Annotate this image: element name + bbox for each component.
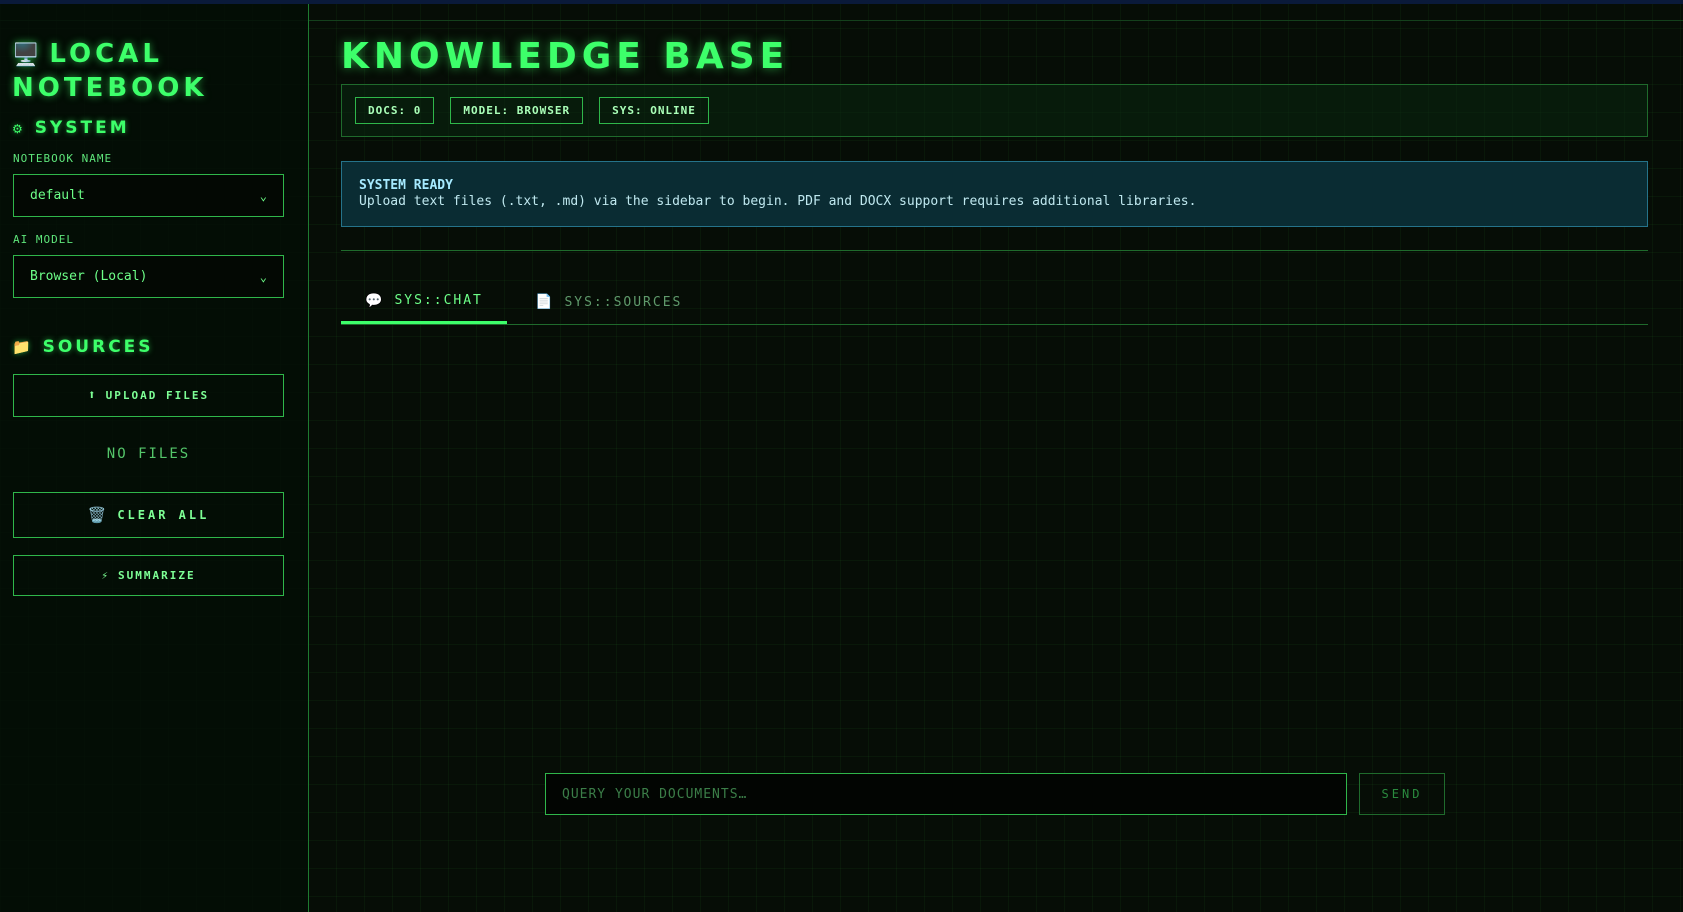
folder-icon: 📁 [12, 338, 34, 356]
notice-text: Upload text files (.txt, .md) via the si… [359, 194, 1197, 209]
tab-bar: 💬 SYS::CHAT 📄 SYS::SOURCES [341, 280, 1648, 325]
ai-model-value: Browser (Local) [30, 269, 148, 284]
sources-section-title: 📁 SOURCES [12, 337, 154, 357]
notebook-name-label: NOTEBOOK NAME [13, 152, 113, 165]
document-icon: 📄 [535, 294, 555, 310]
chevron-down-icon: ⌄ [259, 269, 267, 284]
summarize-button[interactable]: ⚡ SUMMARIZE [13, 555, 284, 596]
sources-title-text: SOURCES [42, 337, 154, 357]
ai-model-select[interactable]: Browser (Local) ⌄ [13, 255, 284, 298]
app-brand: 🖥️ LOCAL NOTEBOOK [12, 38, 302, 105]
trash-icon: 🗑️ [87, 506, 110, 524]
gear-icon: ⚙ [12, 122, 26, 136]
tab-chat[interactable]: 💬 SYS::CHAT [341, 280, 507, 324]
tab-sources[interactable]: 📄 SYS::SOURCES [511, 280, 706, 324]
docs-count-badge: DOCS: 0 [355, 97, 435, 124]
no-files-message: NO FILES [106, 446, 191, 462]
brand-line-1: LOCAL [49, 39, 163, 69]
speech-bubble-icon: 💬 [365, 292, 385, 309]
query-input[interactable] [545, 773, 1347, 815]
upload-arrow-icon: ⬆ [87, 388, 98, 403]
send-button[interactable]: SEND [1359, 773, 1445, 815]
notice-title: SYSTEM READY [359, 178, 453, 193]
tab-sources-label: SYS::SOURCES [564, 294, 683, 310]
sidebar: 🖥️ LOCAL NOTEBOOK ⚙ SYSTEM NOTEBOOK NAME … [0, 4, 309, 912]
chat-input-bar: SEND [545, 773, 1445, 815]
status-bar: DOCS: 0 MODEL: BROWSER SYS: ONLINE [341, 84, 1648, 137]
summarize-label: SUMMARIZE [118, 569, 196, 582]
section-divider [341, 250, 1648, 251]
chevron-down-icon: ⌄ [259, 188, 267, 203]
notebook-name-value: default [30, 188, 85, 203]
system-section-title: ⚙ SYSTEM [12, 118, 130, 138]
main-panel: KNOWLEDGE BASE DOCS: 0 MODEL: BROWSER SY… [341, 0, 1648, 912]
clear-all-button[interactable]: 🗑️ CLEAR ALL [13, 492, 284, 538]
upload-files-button[interactable]: ⬆ UPLOAD FILES [13, 374, 284, 417]
page-title: KNOWLEDGE BASE [341, 36, 790, 77]
notebook-name-select[interactable]: default ⌄ [13, 174, 284, 217]
system-ready-notice: SYSTEM READY Upload text files (.txt, .m… [341, 161, 1648, 227]
ai-model-label: AI MODEL [13, 233, 74, 246]
model-badge: MODEL: BROWSER [450, 97, 584, 124]
lightning-icon: ⚡ [101, 569, 110, 582]
tab-chat-label: SYS::CHAT [394, 293, 483, 308]
monitor-icon: 🖥️ [12, 43, 44, 68]
system-status-badge: SYS: ONLINE [599, 97, 709, 124]
upload-files-label: UPLOAD FILES [105, 389, 210, 402]
clear-all-label: CLEAR ALL [117, 508, 210, 522]
system-title-text: SYSTEM [34, 118, 130, 138]
brand-line-2: NOTEBOOK [12, 73, 208, 103]
